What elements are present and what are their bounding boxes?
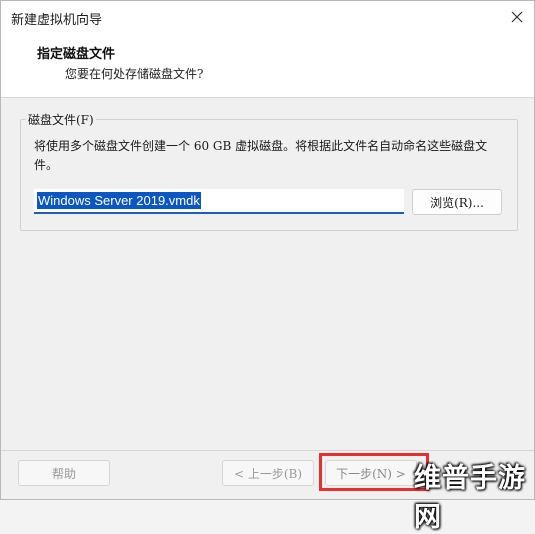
close-button[interactable]: [506, 6, 528, 28]
disk-file-description: 将使用多个磁盘文件创建一个 60 GB 虚拟磁盘。将根据此文件名自动命名这些磁盘…: [34, 139, 488, 172]
close-icon: [511, 11, 523, 23]
disk-file-name-value[interactable]: Windows Server 2019.vmdk: [37, 192, 201, 209]
browse-button[interactable]: 浏览(R)...: [412, 189, 502, 215]
footer-divider: [1, 450, 534, 451]
title-bar: 新建虚拟机向导: [1, 1, 534, 33]
watermark-text: 维普手游网: [414, 463, 526, 533]
back-button[interactable]: < 上一步(B): [222, 460, 314, 486]
wizard-window: 新建虚拟机向导 指定磁盘文件 您要在何处存储磁盘文件? 磁盘文件(F) 将使用多…: [0, 0, 535, 500]
disk-file-group-label: 磁盘文件(F): [26, 111, 96, 128]
page-subtitle: 您要在何处存储磁盘文件?: [65, 67, 204, 81]
help-button[interactable]: 帮助: [18, 460, 110, 486]
window-title: 新建虚拟机向导: [11, 13, 103, 28]
next-button-highlight: [319, 453, 429, 491]
page-title: 指定磁盘文件: [37, 47, 116, 62]
wizard-header: 指定磁盘文件 您要在何处存储磁盘文件?: [1, 33, 534, 98]
